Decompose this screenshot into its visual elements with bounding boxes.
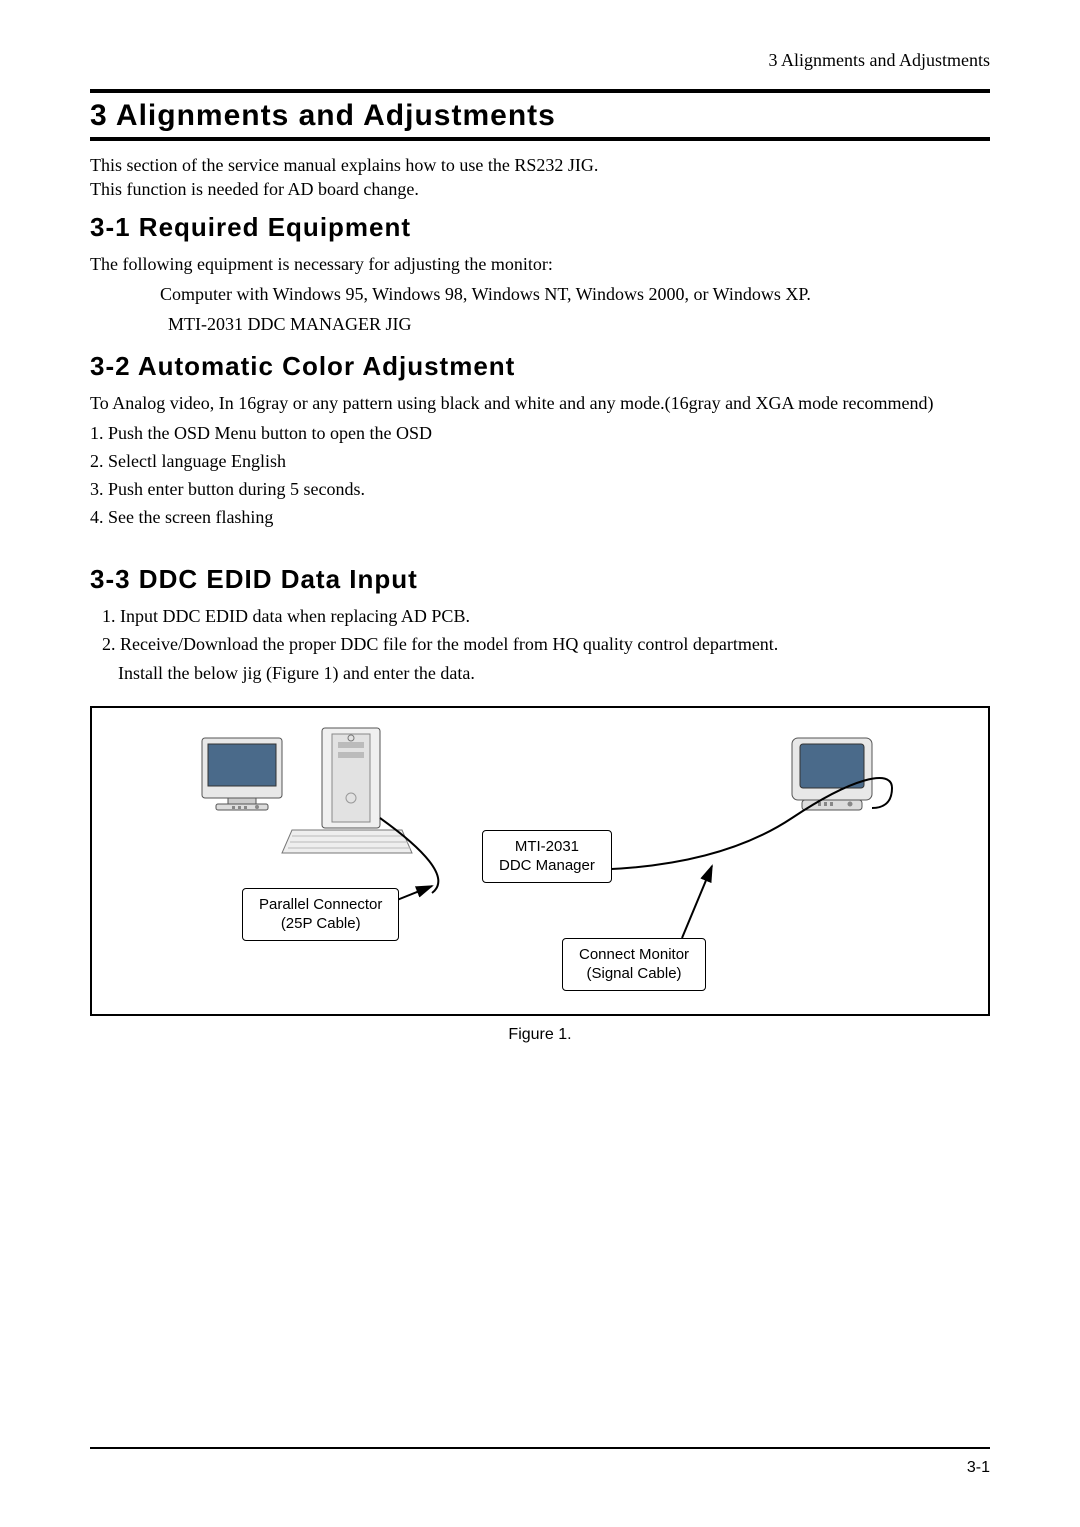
sec32-step-3: 3. Push enter button during 5 seconds.: [90, 476, 990, 502]
pc-tower-icon: [322, 728, 380, 828]
page-number: 3-1: [967, 1459, 990, 1477]
sec32-step-2: 2. Selectl language English: [90, 448, 990, 474]
section-3-2-title: 3-2 Automatic Color Adjustment: [90, 351, 990, 382]
sec33-steps: 1. Input DDC EDID data when replacing AD…: [90, 603, 990, 685]
label-parallel-line2: (25P Cable): [281, 915, 361, 932]
chapter-title: 3 Alignments and Adjustments: [90, 93, 990, 137]
running-header: 3 Alignments and Adjustments: [90, 50, 990, 71]
figure-label-mti-2031: MTI-2031 DDC Manager: [482, 830, 612, 883]
label-parallel-line1: Parallel Connector: [259, 896, 382, 913]
keyboard-icon: [282, 830, 412, 853]
rule-title-underline: [90, 137, 990, 141]
label-mti-line1: MTI-2031: [515, 838, 579, 855]
sec33-step-2: 2. Receive/Download the proper DDC file …: [102, 631, 990, 657]
sec32-step-1: 1. Push the OSD Menu button to open the …: [90, 420, 990, 446]
intro-line-2: This function is needed for AD board cha…: [90, 179, 419, 199]
section-3-1-title: 3-1 Required Equipment: [90, 212, 990, 243]
sec31-item-1: Computer with Windows 95, Windows 98, Wi…: [160, 281, 990, 307]
sec32-lead: To Analog video, In 16gray or any patter…: [90, 390, 990, 416]
section-3-3-title: 3-3 DDC EDID Data Input: [90, 564, 990, 595]
crt-monitor-icon: [792, 738, 872, 810]
footer-rule: [90, 1447, 990, 1449]
figure-label-parallel-connector: Parallel Connector (25P Cable): [242, 888, 399, 941]
sec33-step-2b: Install the below jig (Figure 1) and ent…: [118, 660, 990, 686]
lcd-monitor-icon: [202, 738, 282, 810]
figure-1-caption: Figure 1.: [90, 1026, 990, 1044]
sec32-steps: 1. Push the OSD Menu button to open the …: [90, 420, 990, 530]
intro-paragraph: This section of the service manual expla…: [90, 153, 990, 202]
label-connect-line2: (Signal Cable): [587, 965, 682, 982]
label-connect-line1: Connect Monitor: [579, 946, 689, 963]
intro-line-1: This section of the service manual expla…: [90, 155, 598, 175]
figure-label-connect-monitor: Connect Monitor (Signal Cable): [562, 938, 706, 991]
sec31-item-2: MTI-2031 DDC MANAGER JIG: [168, 311, 990, 337]
label-mti-line2: DDC Manager: [499, 857, 595, 874]
sec32-step-4: 4. See the screen flashing: [90, 504, 990, 530]
figure-1-container: Parallel Connector (25P Cable) MTI-2031 …: [90, 706, 990, 1016]
sec33-step-1: 1. Input DDC EDID data when replacing AD…: [102, 603, 990, 629]
sec31-lead: The following equipment is necessary for…: [90, 251, 990, 277]
